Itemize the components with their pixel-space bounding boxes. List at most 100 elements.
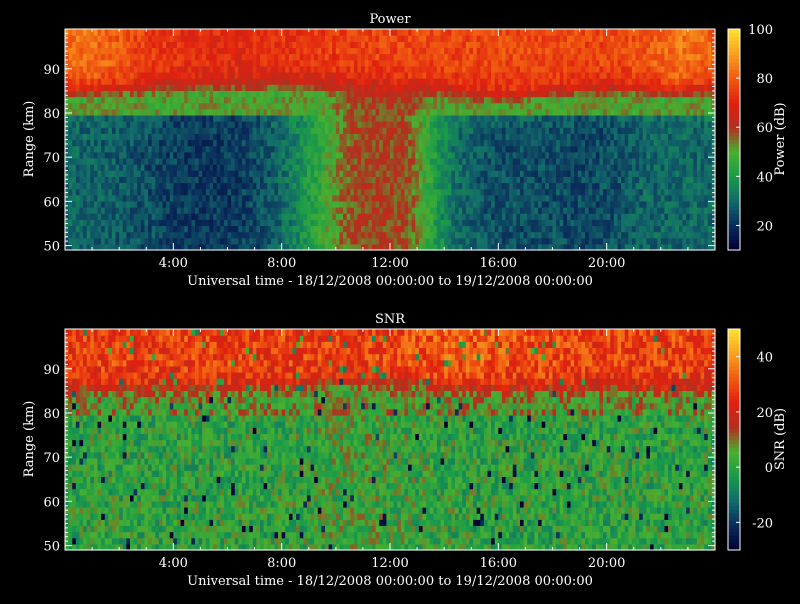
heatmap-cell bbox=[400, 96, 406, 104]
heatmap-cell bbox=[68, 41, 73, 49]
heatmap-cell bbox=[274, 102, 279, 110]
heatmap-cell bbox=[111, 53, 117, 61]
heatmap-cell bbox=[104, 225, 109, 233]
heatmap-cell bbox=[166, 90, 171, 98]
heatmap-cell bbox=[440, 213, 445, 220]
heatmap-cell bbox=[303, 65, 308, 73]
heatmap-cell bbox=[350, 29, 355, 36]
heatmap-cell bbox=[325, 71, 330, 79]
heatmap-cell bbox=[281, 29, 286, 36]
heatmap-cell bbox=[335, 182, 341, 190]
heatmap-cell bbox=[133, 176, 138, 184]
heatmap-cell bbox=[404, 65, 409, 73]
heatmap-cell bbox=[162, 78, 167, 85]
heatmap-cell bbox=[541, 127, 546, 134]
heatmap-cell bbox=[223, 225, 229, 233]
heatmap-cell bbox=[436, 194, 442, 202]
heatmap-cell bbox=[111, 237, 117, 245]
heatmap-cell bbox=[335, 84, 341, 91]
heatmap-cell bbox=[335, 121, 341, 128]
heatmap-cell bbox=[556, 164, 561, 171]
heatmap-cell bbox=[130, 53, 135, 61]
heatmap-cell bbox=[119, 121, 124, 128]
heatmap-cell bbox=[176, 47, 182, 55]
heatmap-cell bbox=[281, 151, 286, 159]
heatmap-cell bbox=[310, 200, 315, 208]
heatmap-cell bbox=[72, 133, 77, 141]
heatmap-cell bbox=[494, 188, 499, 196]
heatmap-cell bbox=[158, 96, 164, 104]
heatmap-cell bbox=[541, 53, 546, 61]
heatmap-cell bbox=[213, 90, 218, 98]
heatmap-cell bbox=[480, 194, 485, 202]
heatmap-cell bbox=[227, 133, 232, 141]
heatmap-cell bbox=[422, 145, 427, 153]
heatmap-cell bbox=[166, 121, 171, 128]
heatmap-cell bbox=[148, 121, 153, 128]
heatmap-cell bbox=[198, 65, 203, 73]
heatmap-cell bbox=[512, 41, 517, 49]
heatmap-cell bbox=[353, 157, 359, 165]
heatmap-cell bbox=[480, 78, 485, 85]
heatmap-cell bbox=[223, 151, 229, 159]
heatmap-cell bbox=[339, 78, 344, 85]
heatmap-cell bbox=[545, 237, 550, 245]
heatmap-cell bbox=[187, 213, 192, 220]
heatmap-cell bbox=[267, 78, 272, 85]
heatmap-cell bbox=[447, 170, 452, 177]
heatmap-cell bbox=[173, 151, 178, 159]
heatmap-cell bbox=[65, 145, 70, 153]
heatmap-cell bbox=[231, 133, 236, 141]
heatmap-cell bbox=[487, 237, 492, 245]
heatmap-cell bbox=[400, 127, 406, 134]
heatmap-cell bbox=[411, 29, 416, 36]
heatmap-cell bbox=[346, 121, 351, 128]
heatmap-cell bbox=[491, 53, 496, 61]
heatmap-cell bbox=[260, 96, 265, 104]
heatmap-cell bbox=[335, 133, 341, 141]
heatmap-cell bbox=[162, 102, 167, 110]
heatmap-cell bbox=[429, 35, 434, 42]
heatmap-cell bbox=[274, 41, 279, 49]
heatmap-cell bbox=[158, 188, 164, 196]
heatmap-cell bbox=[278, 84, 283, 91]
heatmap-cell bbox=[267, 225, 272, 233]
heatmap-cell bbox=[198, 53, 203, 61]
heatmap-cell bbox=[433, 213, 438, 220]
heatmap-cell bbox=[545, 96, 550, 104]
heatmap-cell bbox=[213, 133, 218, 141]
heatmap-cell bbox=[278, 121, 283, 128]
heatmap-cell bbox=[115, 237, 120, 245]
heatmap-cell bbox=[361, 84, 366, 91]
heatmap-cell bbox=[523, 170, 528, 177]
heatmap-cell bbox=[339, 207, 344, 214]
heatmap-cell bbox=[418, 194, 424, 202]
heatmap-cell bbox=[436, 188, 442, 196]
heatmap-cell bbox=[436, 164, 442, 171]
heatmap-cell bbox=[505, 47, 510, 55]
heatmap-cell bbox=[343, 157, 348, 165]
heatmap-cell bbox=[440, 157, 445, 165]
heatmap-cell bbox=[270, 96, 276, 104]
heatmap-cell bbox=[390, 145, 395, 153]
heatmap-cell bbox=[433, 231, 438, 239]
heatmap-cell bbox=[548, 71, 554, 79]
heatmap-cell bbox=[238, 207, 243, 214]
heatmap-cell bbox=[353, 139, 359, 147]
heatmap-cell bbox=[93, 231, 99, 239]
heatmap-cell bbox=[382, 102, 387, 110]
heatmap-cell bbox=[447, 151, 452, 159]
heatmap-cell bbox=[162, 145, 167, 153]
heatmap-cell bbox=[104, 139, 109, 147]
heatmap-cell bbox=[473, 29, 478, 36]
heatmap-cell bbox=[296, 96, 301, 104]
heatmap-cell bbox=[202, 182, 207, 190]
heatmap-cell bbox=[187, 164, 192, 171]
heatmap-cell bbox=[397, 47, 402, 55]
heatmap-cell bbox=[408, 139, 413, 147]
heatmap-cell bbox=[137, 237, 142, 245]
heatmap-cell bbox=[256, 114, 261, 122]
heatmap-cell bbox=[433, 47, 438, 55]
heatmap-cell bbox=[75, 200, 81, 208]
heatmap-cell bbox=[563, 151, 568, 159]
